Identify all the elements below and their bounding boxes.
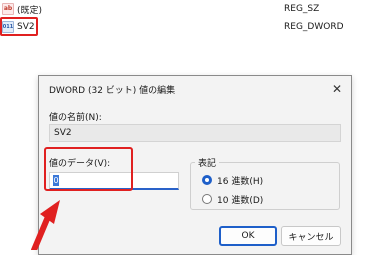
red-arrow-icon	[31, 200, 60, 250]
